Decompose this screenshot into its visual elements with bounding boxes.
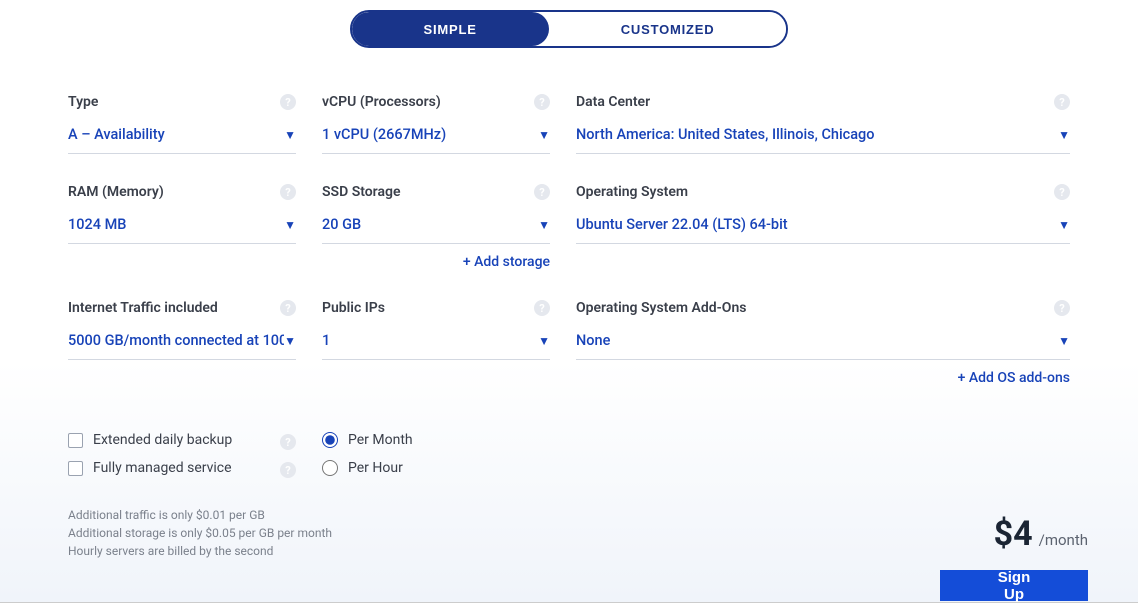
help-icon[interactable]: ? (280, 462, 296, 478)
label-traffic: Internet Traffic included (68, 300, 296, 316)
option-managed-row: Fully managed service ? (68, 460, 296, 476)
price-amount: $4 (994, 514, 1033, 554)
value-ssd: 20 GB (322, 216, 538, 233)
label-ram: RAM (Memory) (68, 184, 296, 200)
label-datacenter: Data Center (576, 94, 1070, 110)
value-os: Ubuntu Server 22.04 (LTS) 64-bit (576, 216, 1058, 233)
options-row: Extended daily backup ? Fully managed se… (68, 432, 1070, 488)
chevron-down-icon: ▼ (1058, 128, 1070, 142)
config-form: Type ? A – Availability ▼ vCPU (Processo… (68, 94, 1070, 386)
select-addons[interactable]: None ▼ (576, 332, 1070, 360)
chevron-down-icon: ▼ (284, 334, 296, 348)
option-per-month-row: Per Month (322, 432, 550, 448)
label-os: Operating System (576, 184, 1070, 200)
price-period: /month (1039, 531, 1088, 549)
label-backup[interactable]: Extended daily backup (93, 432, 232, 448)
billing-period-group: Per Month Per Hour (322, 432, 550, 488)
field-ips: Public IPs ? 1 ▼ (322, 300, 550, 386)
select-ram[interactable]: 1024 MB ▼ (68, 216, 296, 244)
label-type: Type (68, 94, 296, 110)
help-icon[interactable]: ? (534, 300, 550, 316)
field-os: Operating System ? Ubuntu Server 22.04 (… (576, 184, 1070, 270)
footnote-traffic: Additional traffic is only $0.01 per GB (68, 506, 1070, 524)
help-icon[interactable]: ? (280, 300, 296, 316)
select-ips[interactable]: 1 ▼ (322, 332, 550, 360)
help-icon[interactable]: ? (1054, 300, 1070, 316)
label-per-month[interactable]: Per Month (348, 432, 413, 448)
value-type: A – Availability (68, 126, 284, 143)
field-ram: RAM (Memory) ? 1024 MB ▼ (68, 184, 296, 270)
label-ssd: SSD Storage (322, 184, 550, 200)
label-vcpu: vCPU (Processors) (322, 94, 550, 110)
label-ips: Public IPs (322, 300, 550, 316)
help-icon[interactable]: ? (280, 434, 296, 450)
field-datacenter: Data Center ? North America: United Stat… (576, 94, 1070, 154)
checkbox-backup[interactable] (68, 433, 83, 448)
select-ssd[interactable]: 20 GB ▼ (322, 216, 550, 244)
tab-simple[interactable]: SIMPLE (352, 12, 549, 46)
chevron-down-icon: ▼ (538, 334, 550, 348)
help-icon[interactable]: ? (280, 94, 296, 110)
price-block: $4 /month (994, 514, 1088, 554)
field-traffic: Internet Traffic included ? 5000 GB/mont… (68, 300, 296, 386)
option-backup-row: Extended daily backup ? (68, 432, 296, 448)
help-icon[interactable]: ? (534, 94, 550, 110)
help-icon[interactable]: ? (1054, 184, 1070, 200)
label-managed[interactable]: Fully managed service (93, 460, 232, 476)
chevron-down-icon: ▼ (284, 128, 296, 142)
value-ips: 1 (322, 332, 538, 349)
option-per-hour-row: Per Hour (322, 460, 550, 476)
value-datacenter: North America: United States, Illinois, … (576, 126, 1058, 143)
chevron-down-icon: ▼ (538, 128, 550, 142)
field-ssd: SSD Storage ? 20 GB ▼ + Add storage (322, 184, 550, 270)
tab-customized[interactable]: CUSTOMIZED (549, 12, 787, 46)
select-traffic[interactable]: 5000 GB/month connected at 100Mbit ▼ (68, 332, 296, 360)
label-addons: Operating System Add-Ons (576, 300, 1070, 316)
select-datacenter[interactable]: North America: United States, Illinois, … (576, 126, 1070, 154)
chevron-down-icon: ▼ (284, 218, 296, 232)
field-type: Type ? A – Availability ▼ (68, 94, 296, 154)
value-ram: 1024 MB (68, 216, 284, 233)
radio-per-month[interactable] (322, 432, 338, 448)
help-icon[interactable]: ? (280, 184, 296, 200)
tab-pill: SIMPLE CUSTOMIZED (350, 10, 789, 48)
chevron-down-icon: ▼ (1058, 218, 1070, 232)
footnote-storage: Additional storage is only $0.05 per GB … (68, 524, 1070, 542)
add-os-addons-link[interactable]: + Add OS add-ons (576, 370, 1070, 386)
field-vcpu: vCPU (Processors) ? 1 vCPU (2667MHz) ▼ (322, 94, 550, 154)
chevron-down-icon: ▼ (538, 218, 550, 232)
select-vcpu[interactable]: 1 vCPU (2667MHz) ▼ (322, 126, 550, 154)
help-icon[interactable]: ? (534, 184, 550, 200)
value-traffic: 5000 GB/month connected at 100Mbit (68, 332, 284, 349)
footnotes: Additional traffic is only $0.01 per GB … (68, 506, 1070, 560)
value-addons: None (576, 332, 1058, 349)
label-per-hour[interactable]: Per Hour (348, 460, 403, 476)
help-icon[interactable]: ? (1054, 94, 1070, 110)
field-addons: Operating System Add-Ons ? None ▼ + Add … (576, 300, 1070, 386)
add-storage-link[interactable]: + Add storage (322, 254, 550, 270)
signup-button[interactable]: Sign Up (940, 570, 1088, 601)
select-os[interactable]: Ubuntu Server 22.04 (LTS) 64-bit ▼ (576, 216, 1070, 244)
value-vcpu: 1 vCPU (2667MHz) (322, 126, 538, 143)
footnote-hourly: Hourly servers are billed by the second (68, 542, 1070, 560)
chevron-down-icon: ▼ (1058, 334, 1070, 348)
checkbox-group: Extended daily backup ? Fully managed se… (68, 432, 296, 488)
select-type[interactable]: A – Availability ▼ (68, 126, 296, 154)
plan-tab-switch: SIMPLE CUSTOMIZED (68, 10, 1070, 48)
checkbox-managed[interactable] (68, 461, 83, 476)
radio-per-hour[interactable] (322, 460, 338, 476)
